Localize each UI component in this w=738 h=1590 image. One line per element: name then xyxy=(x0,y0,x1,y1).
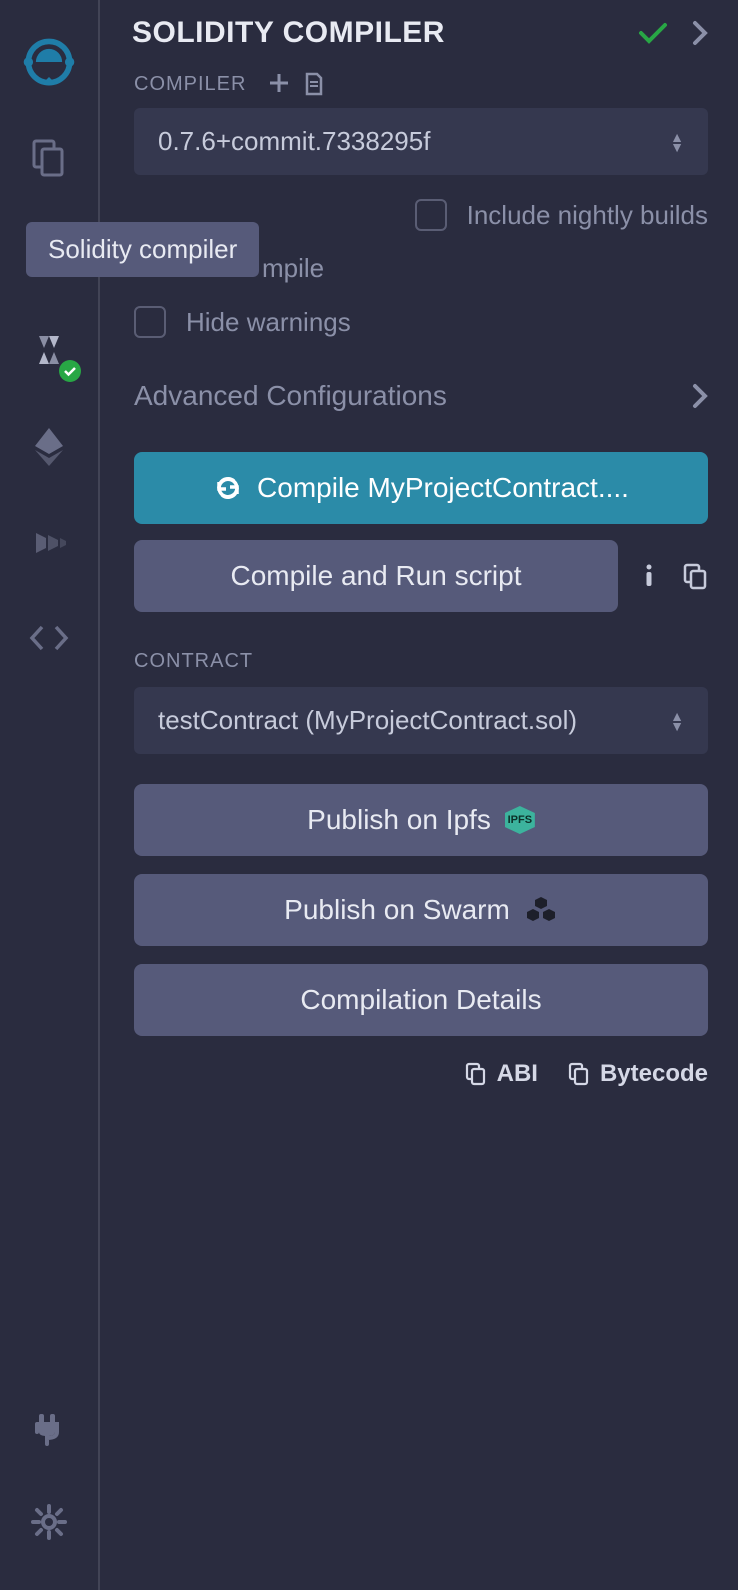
ipfs-icon: IPFS xyxy=(505,806,535,834)
dropdown-chevrons-icon: ▲▼ xyxy=(670,711,684,731)
auto-compile-label-fragment: mpile xyxy=(262,253,324,284)
copy-icon xyxy=(465,1062,487,1086)
debugger-icon[interactable] xyxy=(19,512,79,572)
dropdown-chevrons-icon: ▲▼ xyxy=(670,132,684,152)
nightly-checkbox[interactable] xyxy=(415,199,447,231)
panel-title: SOLIDITY COMPILER xyxy=(132,16,638,50)
chevron-right-icon[interactable] xyxy=(692,20,708,46)
contract-value: testContract (MyProjectContract.sol) xyxy=(158,705,577,736)
check-icon xyxy=(638,21,668,45)
advanced-configurations-toggle[interactable]: Advanced Configurations xyxy=(134,380,708,412)
hide-warnings-checkbox[interactable] xyxy=(134,306,166,338)
panel-header: SOLIDITY COMPILER xyxy=(132,16,708,50)
compile-and-run-button[interactable]: Compile and Run script xyxy=(134,540,618,612)
contract-label: CONTRACT xyxy=(134,650,708,673)
deploy-icon[interactable] xyxy=(19,416,79,476)
publish-ipfs-button[interactable]: Publish on Ipfs IPFS xyxy=(134,784,708,856)
info-icon[interactable] xyxy=(638,562,660,590)
compiler-value: 0.7.6+commit.7338295f xyxy=(158,126,430,157)
logo-icon[interactable] xyxy=(19,32,79,92)
files-icon[interactable] xyxy=(19,128,79,188)
settings-icon[interactable] xyxy=(19,1492,79,1552)
copy-abi-button[interactable]: ABI xyxy=(465,1060,538,1088)
code-icon[interactable] xyxy=(19,608,79,668)
nightly-label: Include nightly builds xyxy=(467,200,708,231)
compile-button[interactable]: Compile MyProjectContract.... xyxy=(134,452,708,524)
hide-warnings-label: Hide warnings xyxy=(186,307,351,338)
compiler-label: COMPILER xyxy=(134,72,708,96)
copy-icon xyxy=(568,1062,590,1086)
hide-warnings-row: Hide warnings xyxy=(134,306,708,338)
publish-swarm-button[interactable]: Publish on Swarm xyxy=(134,874,708,946)
copy-icon[interactable] xyxy=(682,562,708,590)
contract-dropdown[interactable]: testContract (MyProjectContract.sol) ▲▼ xyxy=(134,687,708,754)
tooltip: Solidity compiler xyxy=(26,222,259,277)
swarm-icon xyxy=(524,895,558,925)
refresh-icon xyxy=(213,473,243,503)
copy-bytecode-button[interactable]: Bytecode xyxy=(568,1060,708,1088)
compilation-details-button[interactable]: Compilation Details xyxy=(134,964,708,1036)
solidity-compiler-icon[interactable] xyxy=(19,320,79,380)
file-icon[interactable] xyxy=(304,72,324,96)
plugin-icon[interactable] xyxy=(19,1396,79,1456)
plus-icon[interactable] xyxy=(268,72,290,96)
compiler-dropdown[interactable]: 0.7.6+commit.7338295f ▲▼ xyxy=(134,108,708,175)
chevron-right-icon xyxy=(692,383,708,409)
